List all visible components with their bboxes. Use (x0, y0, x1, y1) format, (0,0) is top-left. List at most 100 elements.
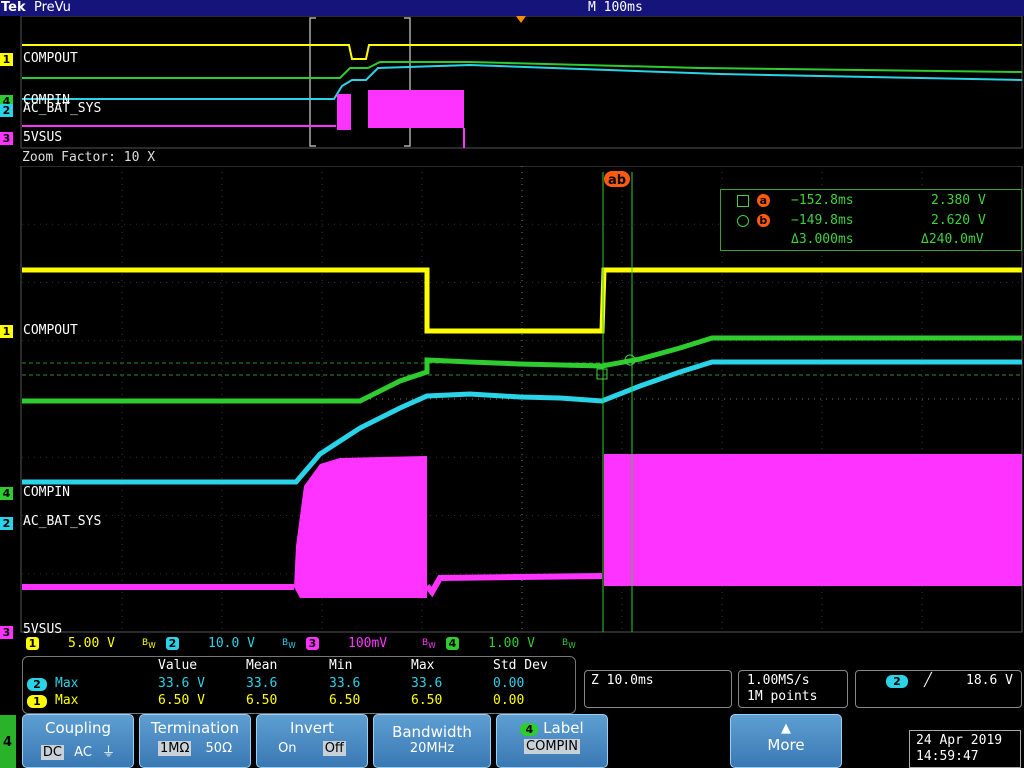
meas-row2-min: 6.50 (329, 693, 361, 708)
meas-header-stddev: Std Dev (493, 658, 548, 673)
zoom-ch1-marker[interactable]: 1 (0, 325, 13, 338)
title-bar (0, 0, 1024, 16)
rising-edge-icon: ╱ (924, 673, 932, 688)
up-arrow-icon: ▲ (781, 721, 791, 736)
overview-ch1-label: COMPOUT (23, 51, 78, 66)
cursor-delta-time: Δ3.000ms (791, 232, 854, 247)
coupling-softkey[interactable]: Coupling DC AC ⏚ (22, 714, 134, 768)
coupling-title: Coupling (44, 719, 112, 737)
side-channel-indicator[interactable]: 4 (0, 715, 16, 768)
trigger-channel: 2 (886, 675, 908, 688)
zoom-factor: Zoom Factor: 10 X (22, 150, 156, 165)
bw-limit-icon: BW (562, 638, 576, 650)
meas-row1-name: Max (55, 676, 79, 691)
overview-ch3-marker[interactable]: 3 (0, 132, 13, 145)
zoom-ch2-label: AC_BAT_SYS (23, 514, 102, 529)
label-softkey[interactable]: 4 Label COMPIN (496, 714, 608, 768)
measurement-table[interactable]: Value Mean Min Max Std Dev 2 Max 33.6 V … (22, 656, 576, 714)
termination-title: Termination (151, 719, 239, 737)
brand-logo: Tek (1, 0, 26, 15)
label-value: COMPIN (524, 739, 580, 754)
meas-row2-mean: 6.50 (246, 693, 278, 708)
record-length: 1M points (747, 689, 818, 704)
label-channel-badge: 4 (520, 723, 539, 736)
cursor-b-row: b (737, 213, 770, 228)
termination-1m-option[interactable]: 1MΩ (157, 741, 192, 756)
scale-ch2-value[interactable]: 10.0 V (208, 636, 255, 651)
meas-header-value: Value (158, 658, 198, 673)
cursor-ab-text: ab (608, 173, 626, 188)
cursor-delta-value: Δ240.0mV (921, 232, 984, 247)
side-channel-number: 4 (3, 735, 13, 750)
cursor-a-value: 2.380 V (931, 193, 986, 208)
invert-on-option[interactable]: On (278, 741, 296, 756)
meas-header-min: Min (329, 658, 353, 673)
meas-row2-max: 6.50 (411, 693, 443, 708)
zoom-time-readout[interactable]: Z 10.0ms (584, 670, 732, 708)
zoom-ch3-burst-2 (604, 454, 1022, 586)
meas-row1-channel: 2 (27, 678, 47, 691)
overview-ch3-label: 5VSUS (23, 130, 63, 145)
date-time-display: 24 Apr 2019 14:59:47 (909, 730, 1021, 768)
scale-ch3-marker[interactable]: 3 (306, 637, 319, 650)
meas-row1-max: 33.6 (411, 676, 443, 691)
acquisition-mode: PreVu (34, 0, 71, 15)
cursor-readout: a −152.8ms 2.380 V b −149.8ms 2.620 V Δ3… (720, 189, 1022, 251)
termination-50-option[interactable]: 50Ω (206, 741, 232, 756)
invert-off-option[interactable]: Off (322, 741, 346, 756)
cursor-a-badge: a (756, 194, 770, 207)
zoom-ch3-marker[interactable]: 3 (0, 626, 13, 639)
scale-ch1-marker[interactable]: 1 (26, 637, 39, 650)
scale-ch2-marker[interactable]: 2 (166, 637, 179, 650)
date-text: 24 Apr 2019 (916, 733, 1003, 748)
zoom-ch4-marker[interactable]: 4 (0, 487, 13, 500)
scale-ch4-marker[interactable]: 4 (446, 637, 459, 650)
overview-display[interactable] (0, 16, 1024, 150)
bandwidth-title: Bandwidth (392, 723, 472, 741)
meas-row2-stddev: 0.00 (493, 693, 525, 708)
overview-ch1-marker[interactable]: 1 (0, 53, 13, 66)
cursor-a-time: −152.8ms (791, 193, 854, 208)
invert-softkey[interactable]: Invert On Off (256, 714, 368, 768)
meas-header-max: Max (411, 658, 435, 673)
trigger-readout[interactable]: 2 ╱ 18.6 V (855, 670, 1022, 708)
timebase-readout: M 100ms (588, 0, 643, 15)
channel-scale-bar: 1 5.00 V BW 2 10.0 V BW 3 100mV BW 4 1.0… (22, 634, 576, 653)
overview-ch2-label: AC_BAT_SYS (23, 101, 102, 116)
meas-row1-mean: 33.6 (246, 676, 278, 691)
ground-icon[interactable]: ⏚ (102, 745, 115, 760)
zoom-ch4-label: COMPIN (23, 485, 70, 500)
zoom-ch3-burst-1 (294, 456, 427, 598)
more-softkey[interactable]: ▲ More (730, 714, 842, 768)
meas-row2-value: 6.50 V (158, 693, 205, 708)
scale-ch3-value[interactable]: 100mV (348, 636, 387, 651)
meas-row1-value: 33.6 V (158, 676, 205, 691)
bw-limit-icon: BW (142, 638, 156, 650)
coupling-ac-option[interactable]: AC (74, 745, 92, 760)
bw-limit-icon: BW (422, 638, 436, 650)
zoom-ch2-marker[interactable]: 2 (0, 517, 13, 530)
bandwidth-softkey[interactable]: Bandwidth 20MHz (373, 714, 491, 768)
circle-icon (737, 214, 749, 227)
cursor-a-row: a (737, 193, 770, 208)
zoom-time-value: Z 10.0ms (591, 673, 654, 688)
coupling-dc-option[interactable]: DC (40, 745, 65, 760)
acquisition-readout[interactable]: 1.00MS/s 1M points (738, 670, 848, 708)
overview-ch2-marker[interactable]: 2 (0, 104, 13, 117)
meas-row1-stddev: 0.00 (493, 676, 525, 691)
bw-limit-icon: BW (282, 638, 296, 650)
scale-ch1-value[interactable]: 5.00 V (68, 636, 115, 651)
time-text: 14:59:47 (916, 749, 979, 764)
meas-row2-channel: 1 (27, 695, 47, 708)
meas-row2-name: Max (55, 693, 79, 708)
square-icon (737, 194, 749, 207)
sample-rate: 1.00MS/s (747, 673, 810, 688)
cursor-b-value: 2.620 V (931, 213, 986, 228)
meas-header-mean: Mean (246, 658, 278, 673)
cursor-b-time: −149.8ms (791, 213, 854, 228)
scale-ch4-value[interactable]: 1.00 V (488, 636, 535, 651)
termination-softkey[interactable]: Termination 1MΩ 50Ω (139, 714, 251, 768)
overview-ch3-burst-1 (337, 94, 351, 130)
meas-row1-min: 33.6 (329, 676, 361, 691)
more-title: More (767, 736, 805, 754)
